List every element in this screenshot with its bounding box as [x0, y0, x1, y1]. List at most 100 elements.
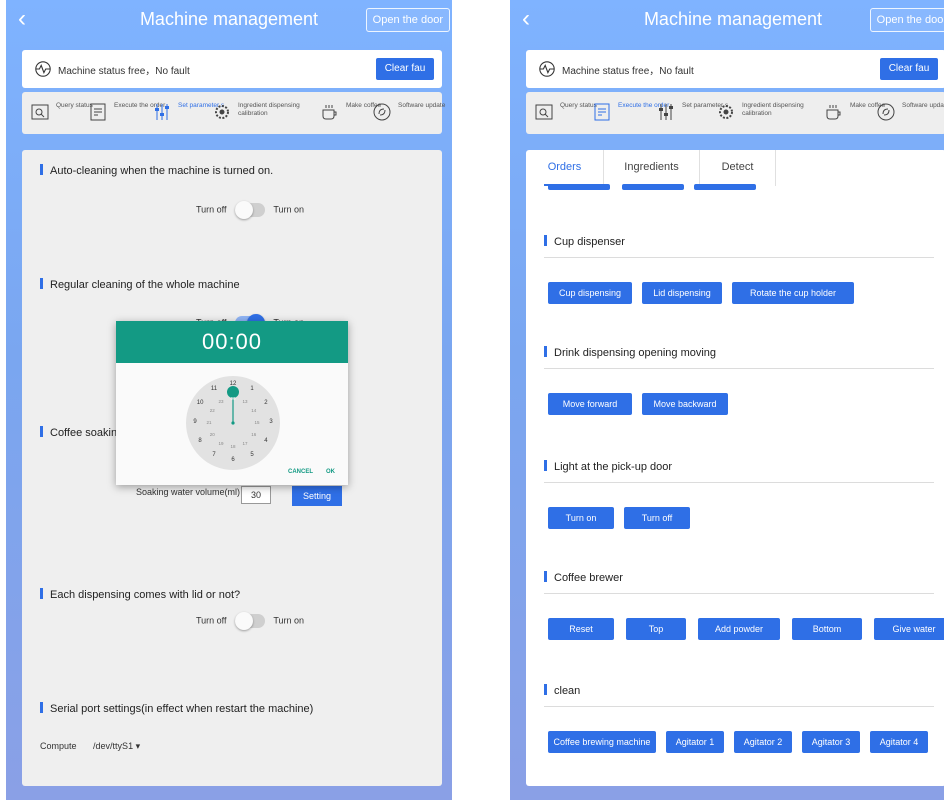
action-button[interactable]: Agitator 4: [870, 731, 928, 753]
clear-fault-button[interactable]: Clear fau: [880, 58, 938, 80]
action-button[interactable]: Agitator 1: [666, 731, 724, 753]
action-button[interactable]: Lid dispensing: [642, 282, 722, 304]
left-screen: ‹ Machine management Open the door Machi…: [6, 0, 452, 800]
clock-hour-label[interactable]: 11: [209, 386, 219, 392]
partial-button[interactable]: [622, 184, 684, 190]
clock-hour-label-inner[interactable]: 13: [240, 399, 250, 404]
machine-status-text: Machine status free，No fault: [58, 66, 190, 77]
section-title: Each dispensing comes with lid or not?: [40, 588, 240, 601]
soaking-volume-input[interactable]: 30: [241, 486, 271, 504]
section-title: Coffee brewer: [544, 571, 623, 584]
clock-hour-label-inner[interactable]: 20: [207, 432, 217, 437]
action-button[interactable]: Agitator 2: [734, 731, 792, 753]
serial-port-select[interactable]: /dev/ttyS1 ▾: [93, 741, 140, 751]
tab-orders[interactable]: Orders: [526, 150, 604, 186]
section-title: Coffee soaking: [40, 426, 120, 439]
serial-port-row: Compute /dev/ttyS1 ▾: [40, 741, 141, 751]
action-button[interactable]: Cup dispensing: [548, 282, 632, 304]
action-button[interactable]: Rotate the cup holder: [732, 282, 854, 304]
clock-hour-label[interactable]: 5: [247, 452, 257, 458]
status-bar: Machine status free，No fault Clear fau: [526, 50, 944, 88]
tab-detect[interactable]: Detect: [700, 150, 776, 186]
soaking-setting-button[interactable]: Setting: [292, 486, 342, 506]
section-divider: [544, 368, 934, 369]
section-title: Cup dispenser: [544, 235, 625, 248]
clock-hour-label-inner[interactable]: 18: [228, 444, 238, 449]
tab-ingredients[interactable]: Ingredients: [604, 150, 700, 186]
action-button[interactable]: Turn off: [624, 507, 690, 529]
update-icon: [877, 103, 895, 121]
section-divider: [544, 482, 934, 483]
clock-hour-label[interactable]: 8: [195, 438, 205, 444]
order-icon: [594, 103, 610, 121]
auto-clean-toggle[interactable]: [235, 201, 266, 219]
clock-hour-label-inner[interactable]: 19: [216, 441, 226, 446]
toolbar-label: Ingredient dispensing calibration: [742, 102, 804, 117]
lid-switch-row: Turn off Turn on: [196, 612, 304, 630]
machine-status-text: Machine status free，No fault: [562, 66, 694, 77]
action-button[interactable]: Give water: [874, 618, 944, 640]
coffee-cup-icon: [826, 105, 841, 120]
section-title: Regular cleaning of the whole machine: [40, 278, 240, 291]
function-toolbar: Query status Execute the order Set param…: [22, 92, 445, 134]
calibration-icon: [719, 105, 733, 119]
toolbar-label: Software update: [398, 102, 446, 109]
time-picker-dialog: 00:00 12 1 2 3 4 5 6 7 8 9 10 11 00 13 14 15 16 17 18 19 20 2…: [116, 321, 348, 485]
action-button[interactable]: Top: [626, 618, 686, 640]
action-button[interactable]: Coffee brewing machine: [548, 731, 656, 753]
section-divider: [544, 257, 934, 258]
calibration-icon: [215, 105, 229, 119]
section-title: Auto-cleaning when the machine is turned…: [40, 164, 273, 177]
action-button[interactable]: Add powder: [698, 618, 780, 640]
open-door-button[interactable]: Open the door: [365, 8, 450, 32]
clock-hour-label[interactable]: 7: [209, 452, 219, 458]
clock-hour-label[interactable]: 10: [195, 400, 205, 406]
clock-hour-label[interactable]: 12: [228, 381, 238, 387]
open-door-button[interactable]: Open the door: [869, 8, 944, 32]
clock-hour-label[interactable]: 1: [247, 386, 257, 392]
action-button[interactable]: Turn on: [548, 507, 614, 529]
sliders-icon: [155, 104, 169, 120]
function-toolbar: Query status Execute the order Set param…: [526, 92, 944, 134]
auto-clean-switch-row: Turn off Turn on: [196, 201, 304, 219]
clock-hour-label-inner[interactable]: 14: [249, 408, 259, 413]
toolbar-label: Ingredient dispensing calibration: [238, 102, 300, 117]
action-button[interactable]: Move backward: [642, 393, 728, 415]
action-button[interactable]: Agitator 3: [802, 731, 860, 753]
section-title: Drink dispensing opening moving: [544, 346, 716, 359]
cancel-button[interactable]: CANCEL: [288, 469, 313, 475]
clock-hour-label-inner[interactable]: 23: [216, 399, 226, 404]
top-bar: ‹ Machine management Open the door: [510, 0, 944, 40]
clock-hour-label[interactable]: 4: [261, 438, 271, 444]
clock-hour-label[interactable]: 9: [190, 419, 200, 425]
lid-toggle[interactable]: [235, 612, 266, 630]
partial-button[interactable]: [548, 184, 610, 190]
clock-hour-label[interactable]: 2: [261, 400, 271, 406]
clock-hour-label-inner[interactable]: 16: [249, 432, 259, 437]
clock-hour-label-inner[interactable]: 21: [204, 420, 214, 425]
section-divider: [544, 706, 934, 707]
action-button[interactable]: Reset: [548, 618, 614, 640]
status-bar: Machine status free，No fault Clear fau: [22, 50, 442, 88]
clear-fault-button[interactable]: Clear fau: [376, 58, 434, 80]
clock-hour-label-inner[interactable]: 22: [207, 408, 217, 413]
action-button[interactable]: Move forward: [548, 393, 632, 415]
section-title: Serial port settings(in effect when rest…: [40, 702, 313, 715]
clock-hour-label-inner[interactable]: 00: [228, 396, 238, 401]
clock-hour-label-inner[interactable]: 15: [252, 420, 262, 425]
time-display[interactable]: 00:00: [116, 321, 348, 363]
clock-face[interactable]: 12 1 2 3 4 5 6 7 8 9 10 11 00 13 14 15 16 17 18 19 20 21 22 23: [186, 376, 280, 470]
orders-panel: Orders Ingredients Detect Cup dispenser C…: [526, 150, 944, 786]
heartbeat-icon: [539, 61, 555, 77]
sliders-icon: [659, 104, 673, 120]
partial-button[interactable]: [694, 184, 756, 190]
update-icon: [373, 103, 391, 121]
clock-hour-label[interactable]: 6: [228, 457, 238, 463]
order-icon: [90, 103, 106, 121]
top-bar: ‹ Machine management Open the door: [6, 0, 452, 40]
clock-hour-label[interactable]: 3: [266, 419, 276, 425]
clock-hour-label-inner[interactable]: 17: [240, 441, 250, 446]
action-button[interactable]: Bottom: [792, 618, 862, 640]
query-icon: [31, 104, 49, 120]
ok-button[interactable]: OK: [326, 469, 335, 475]
